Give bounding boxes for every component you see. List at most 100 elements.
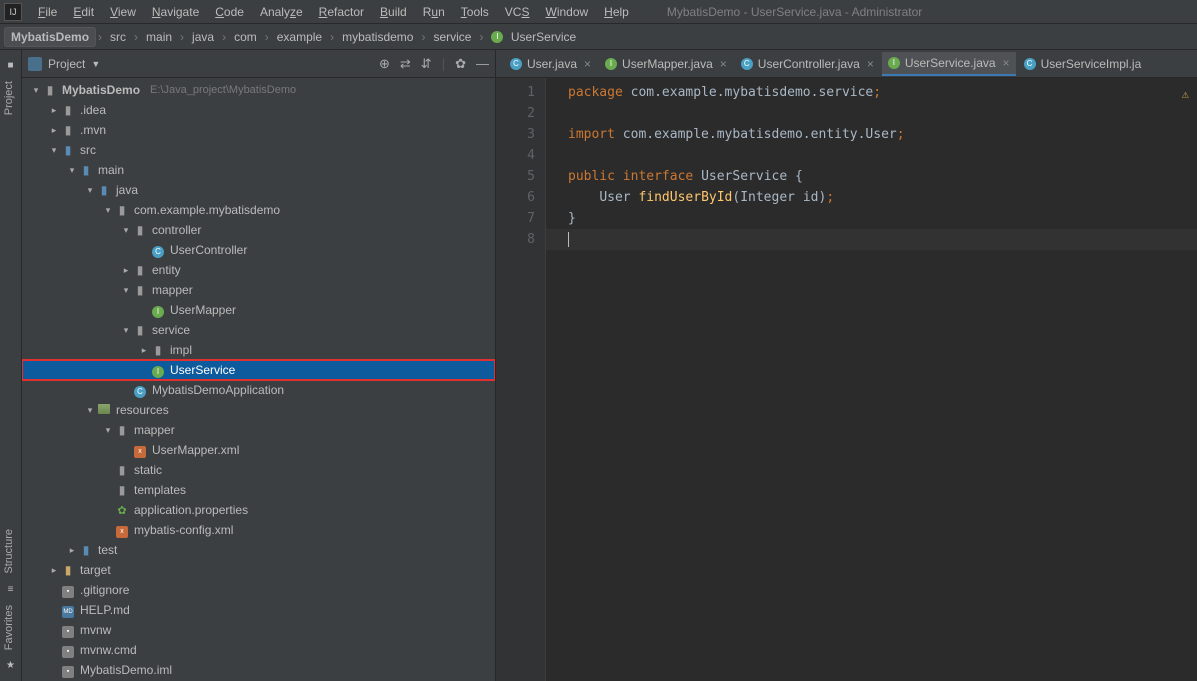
menu-analyze[interactable]: Analyze <box>252 3 311 21</box>
tree-mvn[interactable]: ▮.mvn <box>22 120 495 140</box>
close-icon[interactable]: × <box>584 57 591 71</box>
menu-vcs[interactable]: VCS <box>497 3 538 21</box>
tree-templates[interactable]: ▮templates <box>22 480 495 500</box>
tree-usermapper[interactable]: IUserMapper <box>22 300 495 320</box>
warning-icon[interactable]: ⚠ <box>1182 84 1189 105</box>
tree-usercontroller[interactable]: CUserController <box>22 240 495 260</box>
gear-settings-icon[interactable]: ✿ <box>455 56 466 72</box>
tree-resources[interactable]: resources <box>22 400 495 420</box>
menu-file[interactable]: File <box>30 3 65 21</box>
line-gutter[interactable]: 12345678 <box>496 78 546 681</box>
crumb-java[interactable]: java <box>186 28 220 46</box>
crumb-example[interactable]: example <box>271 28 328 46</box>
interface-icon: I <box>605 58 617 70</box>
tree-help[interactable]: MDHELP.md <box>22 600 495 620</box>
file-icon: ▪ <box>62 586 74 598</box>
window-title: MybatisDemo - UserService.java - Adminis… <box>667 5 922 19</box>
xml-icon: x <box>134 446 146 458</box>
tree-app-props[interactable]: ✿application.properties <box>22 500 495 520</box>
crumb-mybatisdemo[interactable]: mybatisdemo <box>336 28 419 46</box>
menu-refactor[interactable]: Refactor <box>311 3 372 21</box>
collapse-icon[interactable]: ⇵ <box>421 56 432 72</box>
close-icon[interactable]: × <box>720 57 727 71</box>
tree-service[interactable]: ▮service <box>22 320 495 340</box>
tree-java[interactable]: ▮java <box>22 180 495 200</box>
breadcrumb: MybatisDemo src main java com example my… <box>0 24 1197 50</box>
tab-userserviceimpl[interactable]: CUserServiceImpl.ja <box>1018 52 1148 76</box>
class-icon: C <box>741 58 753 70</box>
tree-mvnw[interactable]: ▪mvnw <box>22 620 495 640</box>
structure-tab-icon[interactable]: ≡ <box>0 584 21 595</box>
tree-static[interactable]: ▮static <box>22 460 495 480</box>
menu-navigate[interactable]: Navigate <box>144 3 207 21</box>
structure-tab[interactable]: Structure <box>0 523 18 580</box>
menu-view[interactable]: View <box>102 3 144 21</box>
crumb-service[interactable]: service <box>427 28 477 46</box>
tree-iml[interactable]: ▪MybatisDemo.iml <box>22 660 495 680</box>
menu-build[interactable]: Build <box>372 3 415 21</box>
dropdown-icon[interactable]: ▼ <box>91 59 100 69</box>
tree-app[interactable]: CMybatisDemoApplication <box>22 380 495 400</box>
tree-impl[interactable]: ▮impl <box>22 340 495 360</box>
crumb-com[interactable]: com <box>228 28 263 46</box>
properties-icon: ✿ <box>114 504 130 517</box>
project-tab[interactable]: Project <box>0 75 18 121</box>
tab-usercontroller[interactable]: CUserController.java× <box>735 52 880 76</box>
crumb-main[interactable]: main <box>140 28 178 46</box>
file-icon: ▪ <box>62 626 74 638</box>
tree-test[interactable]: ▮test <box>22 540 495 560</box>
menu-code[interactable]: Code <box>207 3 252 21</box>
crumb-root[interactable]: MybatisDemo <box>4 27 96 47</box>
menu-edit[interactable]: Edit <box>65 3 102 21</box>
tab-userservice[interactable]: IUserService.java× <box>882 52 1016 76</box>
file-icon: ▪ <box>62 646 74 658</box>
tab-user[interactable]: CUser.java× <box>504 52 597 76</box>
tree-mybatis-config[interactable]: xmybatis-config.xml <box>22 520 495 540</box>
project-view-title[interactable]: Project <box>48 57 85 71</box>
favorites-tab[interactable]: Favorites <box>0 599 18 656</box>
md-icon: MD <box>62 606 74 618</box>
expand-icon[interactable]: ⇄ <box>400 56 411 72</box>
menubar: IJ File Edit View Navigate Code Analyze … <box>0 0 1197 24</box>
menu-window[interactable]: Window <box>537 3 596 21</box>
editor-area: CUser.java× IUserMapper.java× CUserContr… <box>496 50 1197 681</box>
tree-userservice[interactable]: IUserService <box>22 360 495 380</box>
hide-icon[interactable]: — <box>476 56 489 72</box>
xml-icon: x <box>116 526 128 538</box>
app-logo-icon: IJ <box>4 3 22 21</box>
close-icon[interactable]: × <box>1003 56 1010 70</box>
tree-gitignore[interactable]: ▪.gitignore <box>22 580 495 600</box>
project-tab-icon[interactable]: ■ <box>0 60 21 71</box>
crumb-src[interactable]: src <box>104 28 132 46</box>
locate-icon[interactable]: ⊕ <box>379 56 390 72</box>
tree-src[interactable]: ▮src <box>22 140 495 160</box>
tree-pkg[interactable]: ▮com.example.mybatisdemo <box>22 200 495 220</box>
project-tree: ▮MybatisDemoE:\Java_project\MybatisDemo … <box>22 78 495 681</box>
code-editor[interactable]: ⚠ package com.example.mybatisdemo.servic… <box>546 78 1197 681</box>
tree-mvnw-cmd[interactable]: ▪mvnw.cmd <box>22 640 495 660</box>
caret <box>568 232 569 247</box>
menu-tools[interactable]: Tools <box>453 3 497 21</box>
tree-idea[interactable]: ▮.idea <box>22 100 495 120</box>
menu-run[interactable]: Run <box>415 3 453 21</box>
menu-help[interactable]: Help <box>596 3 637 21</box>
tree-main[interactable]: ▮main <box>22 160 495 180</box>
close-icon[interactable]: × <box>867 57 874 71</box>
class-icon: C <box>134 386 146 398</box>
crumb-file[interactable]: I UserService <box>485 28 582 46</box>
class-icon: C <box>510 58 522 70</box>
tree-mapper[interactable]: ▮mapper <box>22 280 495 300</box>
tab-usermapper[interactable]: IUserMapper.java× <box>599 52 733 76</box>
tree-target[interactable]: ▮target <box>22 560 495 580</box>
class-icon: C <box>1024 58 1036 70</box>
editor-tabs: CUser.java× IUserMapper.java× CUserContr… <box>496 50 1197 78</box>
tree-root[interactable]: ▮MybatisDemoE:\Java_project\MybatisDemo <box>22 80 495 100</box>
file-icon: ▪ <box>62 666 74 678</box>
divider: | <box>442 56 445 72</box>
tree-res-mapper[interactable]: ▮mapper <box>22 420 495 440</box>
interface-icon: I <box>888 57 900 69</box>
tree-usermapper-xml[interactable]: xUserMapper.xml <box>22 440 495 460</box>
tree-controller[interactable]: ▮controller <box>22 220 495 240</box>
favorites-tab-icon[interactable]: ★ <box>0 660 21 671</box>
tree-entity[interactable]: ▮entity <box>22 260 495 280</box>
